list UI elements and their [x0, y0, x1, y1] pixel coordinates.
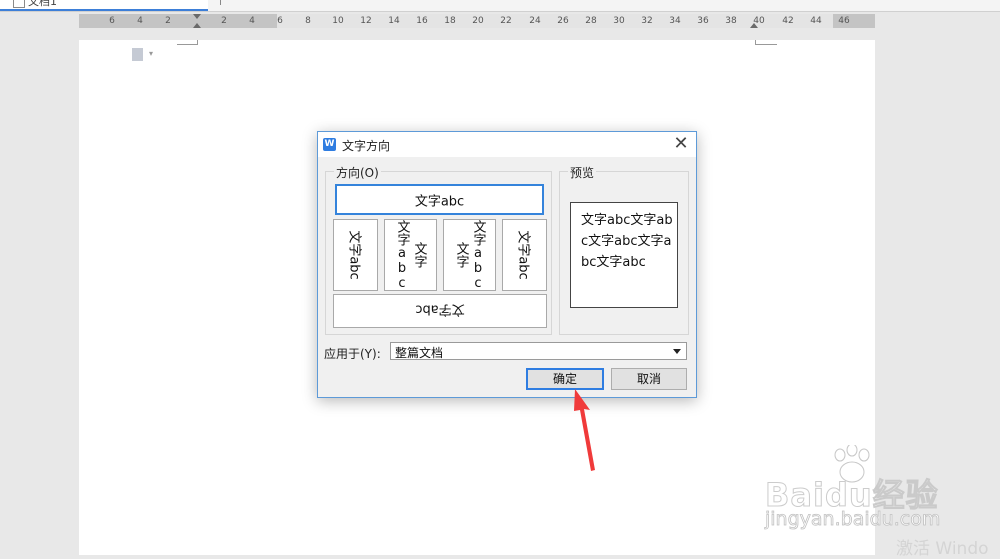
activate-windows-watermark: 激活 Windo — [896, 539, 989, 559]
red-arrow-shape — [574, 389, 595, 471]
watermark-url: jingyan.baidu.com — [765, 508, 941, 531]
